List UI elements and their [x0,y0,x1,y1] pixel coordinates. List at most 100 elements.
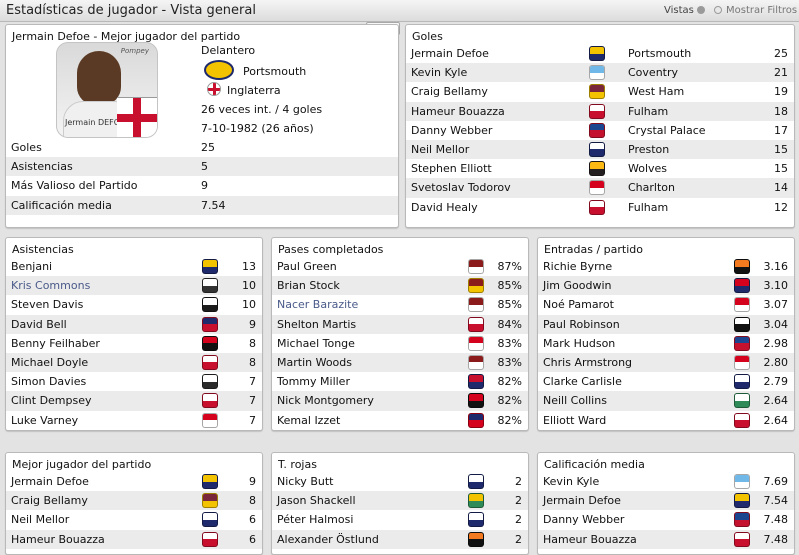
tackles-row[interactable]: Mark Hudson 2.98 [538,334,794,353]
player-name-link[interactable]: Jason Shackell [277,491,356,510]
club-name-link[interactable]: Fulham [628,198,668,217]
passes-row[interactable]: Nick Montgomery 82% [272,391,528,411]
player-name-link[interactable]: Kevin Kyle [543,472,599,491]
player-name-link[interactable]: Nacer Barazite [277,295,358,314]
player-name-link[interactable]: Kevin Kyle [411,63,467,82]
motm-row[interactable]: Jermain Defoe 9 [6,472,262,491]
passes-row[interactable]: Kemal Izzet 82% [272,411,528,430]
player-name-link[interactable]: Svetoslav Todorov [411,178,511,197]
passes-row[interactable]: Shelton Martis 84% [272,314,528,334]
passes-row[interactable]: Paul Green 87% [272,257,528,276]
show-filters-toggle[interactable]: Mostrar Filtros [726,5,797,16]
assists-row[interactable]: Clint Dempsey 7 [6,391,262,411]
player-name-link[interactable]: David Bell [11,315,67,334]
player-name-link[interactable]: Mark Hudson [543,334,615,353]
player-name-link[interactable]: Simon Davies [11,372,86,391]
player-name-link[interactable]: Kemal Izzet [277,411,340,430]
player-name-link[interactable]: Nick Montgomery [277,391,374,410]
player-name-link[interactable]: Jermain Defoe [543,491,621,510]
goals-row[interactable]: Craig Bellamy West Ham 19 [406,82,794,101]
player-name-link[interactable]: Elliott Ward [543,411,606,430]
reds-row[interactable]: Jason Shackell 2 [272,491,528,511]
player-name-link[interactable]: Nicky Butt [277,472,333,491]
club-name-link[interactable]: Charlton [628,178,675,197]
player-club-link[interactable]: Portsmouth [243,65,306,78]
passes-row[interactable]: Martin Woods 83% [272,352,528,373]
tackles-row[interactable]: Jim Goodwin 3.10 [538,276,794,296]
club-name-link[interactable]: Preston [628,140,669,159]
assists-row[interactable]: Benny Feilhaber 8 [6,334,262,353]
views-menu[interactable]: Vistas [664,5,694,16]
rating-row[interactable]: Kevin Kyle 7.69 [538,472,794,491]
player-name-link[interactable]: Brian Stock [277,276,340,295]
motm-row[interactable]: Craig Bellamy 8 [6,491,262,511]
motm-row[interactable]: Hameur Bouazza 6 [6,529,262,549]
player-name-link[interactable]: Craig Bellamy [411,82,488,101]
player-nation-link[interactable]: Inglaterra [227,84,281,97]
player-name-link[interactable]: Jermain Defoe [411,44,489,63]
passes-row[interactable]: Nacer Barazite 85% [272,295,528,314]
club-name-link[interactable]: Coventry [628,63,678,82]
player-name-link[interactable]: Jim Goodwin [543,276,612,295]
player-name-link[interactable]: Neill Collins [543,391,607,410]
assists-row[interactable]: Michael Doyle 8 [6,352,262,373]
club-name-link[interactable]: Fulham [628,102,668,121]
assists-row[interactable]: Kris Commons 10 [6,276,262,296]
goals-row[interactable]: Kevin Kyle Coventry 21 [406,63,794,83]
rating-row[interactable]: Danny Webber 7.48 [538,510,794,529]
tackles-row[interactable]: Chris Armstrong 2.80 [538,352,794,373]
assists-row[interactable]: Simon Davies 7 [6,372,262,391]
player-name-link[interactable]: Luke Varney [11,411,78,430]
passes-row[interactable]: Brian Stock 85% [272,276,528,296]
player-name-link[interactable]: Paul Green [277,257,337,276]
player-name-link[interactable]: Neil Mellor [411,140,469,159]
player-name-link[interactable]: Benjani [11,257,52,276]
goals-row[interactable]: Danny Webber Crystal Palace 17 [406,121,794,140]
passes-row[interactable]: Michael Tonge 83% [272,334,528,353]
reds-row[interactable]: Péter Halmosi 2 [272,510,528,529]
tackles-row[interactable]: Elliott Ward 2.64 [538,411,794,430]
player-name-link[interactable]: Clarke Carlisle [543,372,622,391]
player-name-link[interactable]: Richie Byrne [543,257,612,276]
player-name-link[interactable]: Craig Bellamy [11,491,88,510]
player-name-link[interactable]: Clint Dempsey [11,391,92,410]
player-name-link[interactable]: Paul Robinson [543,315,620,334]
passes-row[interactable]: Tommy Miller 82% [272,372,528,391]
player-name-link[interactable]: Hameur Bouazza [411,102,505,121]
assists-row[interactable]: Luke Varney 7 [6,411,262,430]
goals-row[interactable]: Hameur Bouazza Fulham 18 [406,101,794,121]
goals-row[interactable]: Neil Mellor Preston 15 [406,139,794,160]
player-name-link[interactable]: Hameur Bouazza [543,530,637,549]
motm-row[interactable]: Neil Mellor 6 [6,510,262,529]
player-name-link[interactable]: Alexander Östlund [277,530,379,549]
player-name-link[interactable]: Benny Feilhaber [11,334,100,353]
assists-row[interactable]: Benjani 13 [6,257,262,276]
player-name-link[interactable]: Danny Webber [411,121,492,140]
player-name-link[interactable]: Michael Tonge [277,334,355,353]
tackles-row[interactable]: Paul Robinson 3.04 [538,314,794,334]
player-name-link[interactable]: Kris Commons [11,276,90,295]
assists-row[interactable]: Steven Davis 10 [6,295,262,314]
tackles-row[interactable]: Noé Pamarot 3.07 [538,295,794,314]
player-name-link[interactable]: David Healy [411,198,478,217]
rating-row[interactable]: Jermain Defoe 7.54 [538,491,794,511]
player-name-link[interactable]: Shelton Martis [277,315,356,334]
rating-row[interactable]: Hameur Bouazza 7.48 [538,529,794,549]
filters-toggle-icon[interactable] [714,6,722,14]
club-name-link[interactable]: West Ham [628,82,684,101]
player-name-link[interactable]: Péter Halmosi [277,510,353,529]
player-name-link[interactable]: Tommy Miller [277,372,350,391]
tackles-row[interactable]: Clarke Carlisle 2.79 [538,372,794,391]
player-name-link[interactable]: Jermain Defoe [11,472,89,491]
club-name-link[interactable]: Portsmouth [628,44,691,63]
player-name-link[interactable]: Neil Mellor [11,510,69,529]
player-name-link[interactable]: Michael Doyle [11,353,88,372]
player-name-link[interactable]: Noé Pamarot [543,295,614,314]
player-name-link[interactable]: Stephen Elliott [411,159,492,178]
assists-row[interactable]: David Bell 9 [6,314,262,334]
player-name-link[interactable]: Danny Webber [543,510,624,529]
reds-row[interactable]: Alexander Östlund 2 [272,529,528,549]
player-name-link[interactable]: Martin Woods [277,353,352,372]
tackles-row[interactable]: Neill Collins 2.64 [538,391,794,411]
club-name-link[interactable]: Wolves [628,159,667,178]
